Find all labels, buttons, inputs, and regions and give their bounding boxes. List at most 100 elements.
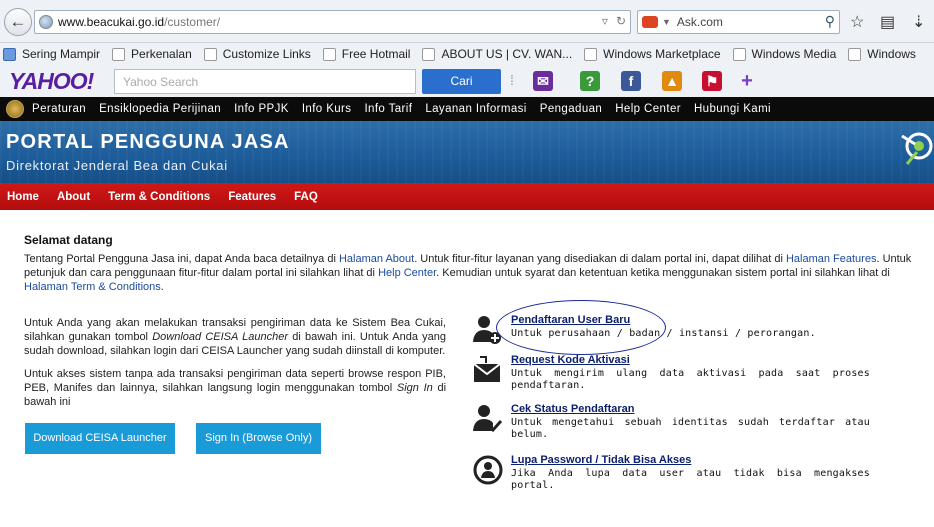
bookmark-label: Windows — [867, 47, 916, 61]
reload-icon[interactable]: ↻ — [616, 14, 626, 28]
nav-terms[interactable]: Term & Conditions — [108, 191, 210, 203]
download-icon[interactable]: ⇣ — [912, 12, 925, 32]
page-icon — [732, 47, 746, 61]
bookmark-icon — [3, 47, 16, 61]
portal-subtitle: Direktorat Jenderal Bea dan Cukai — [6, 158, 228, 173]
main-nav: Home About Term & Conditions Features FA… — [0, 183, 934, 210]
bookmark-label: Free Hotmail — [341, 47, 411, 61]
clipboard-icon[interactable]: ▤ — [880, 12, 895, 32]
features-link[interactable]: Halaman Features — [786, 253, 877, 265]
star-icon[interactable]: ☆ — [850, 12, 864, 32]
search-icon[interactable]: ⚲ — [825, 13, 835, 30]
top-menu-item[interactable]: Hubungi Kami — [694, 103, 771, 115]
top-menu-item[interactable]: Info Tarif — [364, 103, 412, 115]
page-icon — [422, 47, 436, 61]
action-desc: Untuk mengetahui sebuah identitas sudah … — [511, 417, 870, 440]
answers-icon[interactable]: ? — [580, 71, 600, 91]
page-icon — [112, 47, 126, 61]
toolbar-separator-icon: ⁞ — [510, 72, 514, 88]
bookmarks-bar: Sering Mampir Perkenalan Customize Links… — [0, 43, 934, 65]
portal-logo-icon — [901, 132, 933, 165]
chevron-down-icon[interactable]: ▼ — [662, 17, 671, 27]
page-title: Selamat datang — [24, 233, 113, 247]
text-part: Untuk akses sistem tanpa ada transaksi p… — [24, 368, 446, 395]
action-title[interactable]: Request Kode Aktivasi — [511, 354, 630, 366]
terms-link[interactable]: Halaman Term & Conditions — [24, 281, 161, 293]
bookmark-item[interactable]: Customize Links — [203, 47, 311, 61]
mail-icon[interactable]: ✉ — [533, 71, 553, 91]
ask-logo-icon — [642, 16, 658, 28]
highlight-circle-annotation — [496, 300, 666, 355]
yahoo-logo[interactable]: YAHOO! — [9, 68, 94, 95]
bookmark-item[interactable]: ABOUT US | CV. WAN... — [422, 47, 572, 61]
yahoo-search-button[interactable]: Cari — [422, 69, 501, 94]
top-menu-item[interactable]: Help Center — [615, 103, 681, 115]
bookmark-item[interactable]: Windows Marketplace — [584, 47, 721, 61]
user-check-icon — [473, 405, 503, 433]
text-emphasis: Download CEISA Launcher — [152, 330, 289, 343]
about-link[interactable]: Halaman About — [339, 253, 414, 265]
mail-icon — [473, 356, 501, 382]
help-center-link[interactable]: Help Center — [378, 267, 436, 279]
page-icon — [848, 47, 862, 61]
signin-button[interactable]: Sign In (Browse Only) — [196, 423, 321, 454]
back-arrow-icon: ← — [9, 12, 27, 31]
top-menu-item[interactable]: Pengaduan — [540, 103, 602, 115]
nav-features[interactable]: Features — [228, 191, 276, 203]
bookmark-item[interactable]: Windows Media — [732, 47, 837, 61]
bookmark-item[interactable]: Free Hotmail — [322, 47, 411, 61]
facebook-icon[interactable]: f — [621, 71, 641, 91]
top-menu: Peraturan Ensiklopedia Perijinan Info PP… — [0, 97, 934, 121]
left-column: Untuk Anda yang akan melakukan transaksi… — [24, 317, 446, 420]
browser-navbar: ← www.beacukai.go.id/customer/ ▿ ↻ ▼ Ask.… — [0, 0, 934, 43]
top-menu-item[interactable]: Layanan Informasi — [425, 103, 526, 115]
intro-text-part: . Kemudian untuk syarat dan ketentuan ke… — [436, 267, 890, 280]
yahoo-toolbar: YAHOO! Yahoo Search Cari ⁞ ✉ ? f ▲ ⚑ + — [0, 65, 934, 98]
bookmark-flag-icon[interactable]: ⚑ — [702, 71, 722, 91]
yahoo-search-input[interactable]: Yahoo Search — [114, 69, 416, 94]
nav-about[interactable]: About — [57, 191, 90, 203]
portal-title: PORTAL PENGGUNA JASA — [6, 131, 290, 153]
address-bar[interactable]: www.beacukai.go.id/customer/ ▿ ↻ — [34, 10, 631, 34]
bookmark-item[interactable]: Perkenalan — [112, 47, 192, 61]
bookmark-label: Windows Marketplace — [603, 47, 721, 61]
top-menu-item[interactable]: Ensiklopedia Perijinan — [99, 103, 221, 115]
nav-home[interactable]: Home — [7, 191, 39, 203]
bookmark-label: Customize Links — [222, 47, 311, 61]
bookmark-item[interactable]: Windows — [848, 47, 916, 61]
signin-instructions: Untuk akses sistem tanpa ada transaksi p… — [24, 368, 446, 409]
intro-text-part: . Untuk fitur-fitur layanan yang disedia… — [414, 253, 786, 265]
customs-seal-icon — [6, 100, 24, 118]
download-ceisa-button[interactable]: Download CEISA Launcher — [25, 423, 175, 454]
top-menu-item[interactable]: Peraturan — [32, 103, 86, 115]
search-engine-label: Ask.com — [676, 15, 723, 29]
action-desc: Jika Anda lupa data user atau tidak bisa… — [511, 468, 870, 491]
download-instructions: Untuk Anda yang akan melakukan transaksi… — [24, 317, 446, 358]
page-icon — [203, 47, 217, 61]
back-button[interactable]: ← — [4, 8, 32, 36]
top-menu-item[interactable]: Info PPJK — [234, 103, 289, 115]
browser-search-bar[interactable]: ▼ Ask.com ⚲ — [637, 10, 840, 34]
action-desc: Untuk mengirim ulang data aktivasi pada … — [511, 368, 870, 391]
intro-text-part: . — [160, 281, 164, 294]
text-emphasis: Sign In — [396, 382, 433, 395]
action-title[interactable]: Cek Status Pendaftaran — [511, 403, 634, 415]
bookmark-label: ABOUT US | CV. WAN... — [441, 47, 573, 61]
bookmark-label: Windows Media — [751, 47, 837, 61]
trophy-icon[interactable]: ▲ — [662, 71, 682, 91]
bookmark-label: Sering Mampir — [22, 47, 101, 61]
globe-icon — [39, 15, 53, 29]
portal-banner: PORTAL PENGGUNA JASA Direktorat Jenderal… — [0, 121, 934, 183]
page-icon — [584, 47, 598, 61]
top-menu-item[interactable]: Info Kurs — [302, 103, 352, 115]
url-domain: www.beacukai.go.id — [58, 15, 165, 29]
intro-text: Tentang Portal Pengguna Jasa ini, dapat … — [24, 252, 912, 295]
page-icon — [322, 47, 336, 61]
user-refresh-icon — [473, 455, 503, 485]
plus-icon[interactable]: + — [737, 70, 757, 92]
bookmark-item[interactable]: Sering Mampir — [3, 47, 100, 61]
nav-faq[interactable]: FAQ — [294, 191, 318, 203]
action-title[interactable]: Lupa Password / Tidak Bisa Akses — [511, 454, 691, 466]
dropdown-icon[interactable]: ▿ — [602, 14, 608, 28]
bookmark-label: Perkenalan — [131, 47, 192, 61]
